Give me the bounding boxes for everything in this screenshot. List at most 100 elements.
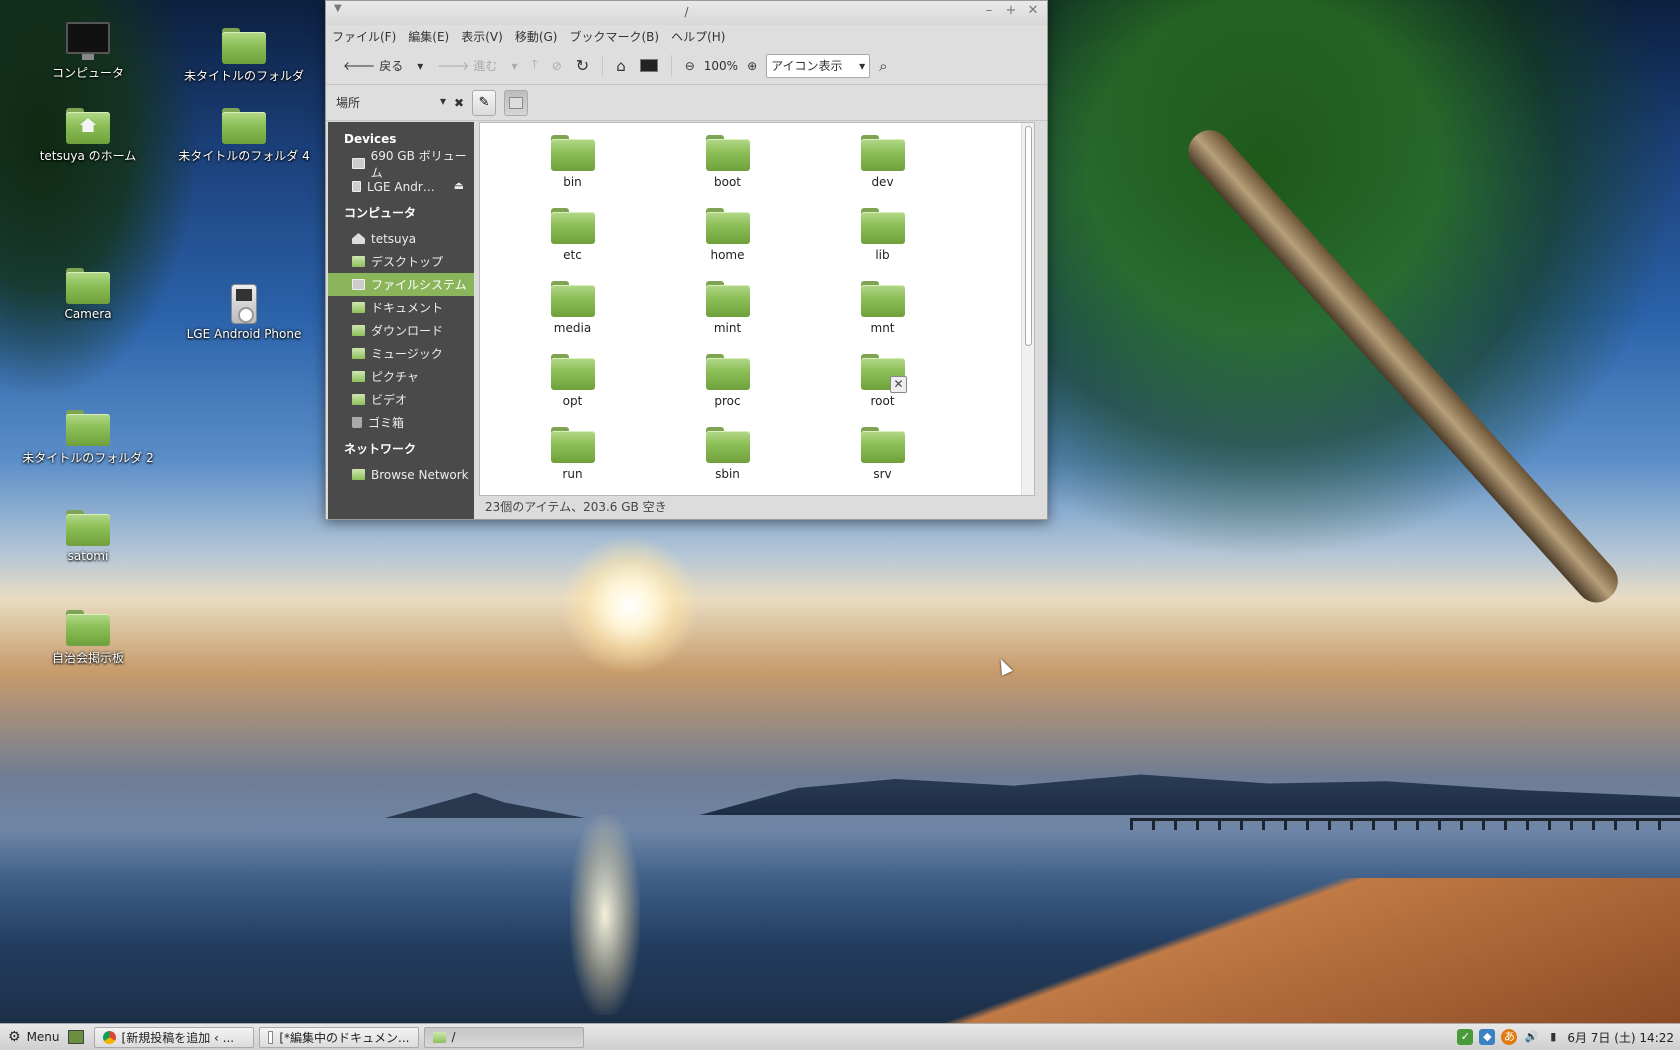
sidebar-item-videos[interactable]: ビデオ xyxy=(328,388,474,411)
file-label: proc xyxy=(714,394,741,408)
sidebar-item-music[interactable]: ミュージック xyxy=(328,342,474,365)
file-item-etc[interactable]: etc xyxy=(495,208,650,267)
sidebar-item-downloads[interactable]: ダウンロード xyxy=(328,319,474,342)
desktop-icon-folder-2[interactable]: 未タイトルのフォルダ 2 xyxy=(18,410,158,466)
dropbox-icon[interactable]: ◆ xyxy=(1479,1029,1496,1045)
menu-bookmarks[interactable]: ブックマーク(B) xyxy=(569,28,659,45)
file-item-sbin[interactable]: sbin xyxy=(650,427,805,486)
clock[interactable]: 6月 7日 (土) 14:22 xyxy=(1567,1029,1674,1046)
chevron-down-icon: ▾ xyxy=(417,58,424,73)
sidebar-item-pictures[interactable]: ピクチャ xyxy=(328,365,474,388)
sidebar-item-home[interactable]: tetsuya xyxy=(328,227,474,250)
desktop-icon-folder[interactable]: 未タイトルのフォルダ xyxy=(174,28,314,84)
file-label: boot xyxy=(713,175,741,189)
sidebar-item-browse-network[interactable]: Browse Network xyxy=(328,463,474,486)
show-desktop-icon[interactable] xyxy=(67,1030,84,1044)
back-history-dropdown[interactable]: ▾ xyxy=(412,52,428,80)
file-item-proc[interactable]: proc xyxy=(650,354,805,413)
reload-button[interactable]: ↻ xyxy=(571,52,594,80)
file-item-media[interactable]: media xyxy=(495,281,650,340)
sidebar-item-label: LGE Andr… xyxy=(367,179,435,194)
network-icon xyxy=(352,469,365,480)
forward-history-dropdown[interactable]: ▾ xyxy=(506,52,522,80)
sidebar-item-desktop[interactable]: デスクトップ xyxy=(328,250,474,273)
vertical-scrollbar[interactable] xyxy=(1021,123,1034,495)
input-method-icon[interactable]: あ xyxy=(1501,1029,1518,1045)
start-menu-button[interactable]: ⚙ Menu xyxy=(0,1029,68,1045)
home-button[interactable]: ⌂ xyxy=(611,52,631,80)
close-sidebar-icon[interactable]: ✖ xyxy=(454,96,464,110)
places-sidebar: Devices 690 GB ボリューム LGE Andr… ⏏ コンピュータ … xyxy=(328,122,474,519)
stop-button[interactable]: ⊘ xyxy=(547,52,567,80)
file-item-opt[interactable]: opt xyxy=(495,354,650,413)
menu-file[interactable]: ファイル(F) xyxy=(332,28,396,45)
file-item-srv[interactable]: srv xyxy=(805,427,960,486)
desktop-icon-label: Camera xyxy=(64,307,112,321)
sidebar-item-690gb-volume[interactable]: 690 GB ボリューム xyxy=(328,149,474,180)
desktop-icon-home[interactable]: tetsuya のホーム xyxy=(18,108,158,164)
eject-icon[interactable]: ⏏ xyxy=(454,179,464,192)
file-item-lib[interactable]: lib xyxy=(805,208,960,267)
file-item-bin[interactable]: bin xyxy=(495,135,650,194)
update-shield-icon[interactable]: ✓ xyxy=(1457,1029,1474,1045)
up-button[interactable]: 🡑 xyxy=(526,52,542,80)
back-button[interactable]: 🡐 戻る xyxy=(338,52,408,80)
computer-button[interactable] xyxy=(635,52,663,80)
menu-go[interactable]: 移動(G) xyxy=(515,28,558,45)
desktop-icon-label: satomi xyxy=(67,549,109,563)
close-button[interactable]: ✕ xyxy=(1025,3,1041,19)
desktop-icon-satomi[interactable]: satomi xyxy=(18,510,158,563)
folder-icon xyxy=(550,354,595,390)
file-item-mnt[interactable]: mnt xyxy=(805,281,960,340)
taskbar-window-editor[interactable]: [*編集中のドキュメン... xyxy=(258,1026,419,1048)
menu-edit[interactable]: 編集(E) xyxy=(408,28,449,45)
file-item-boot[interactable]: boot xyxy=(650,135,805,194)
window-titlebar[interactable]: ▼ / – + ✕ xyxy=(326,1,1047,25)
sidebar-item-lge-android[interactable]: LGE Andr… ⏏ xyxy=(328,175,474,198)
toolbar-separator xyxy=(670,54,672,77)
desktop-icon-folder-4[interactable]: 未タイトルのフォルダ 4 xyxy=(174,108,314,164)
minimize-button[interactable]: – xyxy=(981,3,997,19)
forward-button[interactable]: 🡒 進む xyxy=(432,52,502,80)
folder-icon xyxy=(66,610,110,646)
sidebar-item-filesystem[interactable]: ファイルシステム xyxy=(328,273,474,296)
location-path-button[interactable] xyxy=(504,89,529,116)
network-signal-icon[interactable]: ▮ xyxy=(1545,1029,1561,1045)
volume-icon[interactable]: 🔊 xyxy=(1523,1029,1539,1045)
file-item-home[interactable]: home xyxy=(650,208,805,267)
desktop-icon-camera[interactable]: Camera xyxy=(18,268,158,321)
chevron-down-icon: ▾ xyxy=(439,94,446,108)
file-label: dev xyxy=(871,175,894,189)
maximize-button[interactable]: + xyxy=(1003,3,1019,19)
sidebar-item-documents[interactable]: ドキュメント xyxy=(328,296,474,319)
sidebar-item-label: tetsuya xyxy=(371,231,417,246)
zoom-out-button[interactable]: ⊖ xyxy=(680,52,700,80)
file-item-root[interactable]: ✕ root xyxy=(805,354,960,413)
menu-help[interactable]: ヘルプ(H) xyxy=(671,28,725,45)
desktop-icon-bulletin[interactable]: 自治会掲示板 xyxy=(18,610,158,666)
view-mode-select[interactable]: アイコン表示 ▾ xyxy=(766,53,871,78)
search-button[interactable]: ⌕ xyxy=(874,52,892,80)
file-item-mint[interactable]: mint xyxy=(650,281,805,340)
sidebar-mode-select[interactable]: 場所 ▾ xyxy=(336,94,446,111)
zoom-in-button[interactable]: ⊕ xyxy=(742,52,762,80)
folder-icon xyxy=(66,268,110,304)
menu-view[interactable]: 表示(V) xyxy=(461,28,503,45)
taskbar-window-file-manager[interactable]: / xyxy=(423,1026,584,1048)
taskbar-window-label: [*編集中のドキュメン... xyxy=(279,1030,410,1045)
arrow-left-icon: 🡐 xyxy=(343,59,376,73)
taskbar-window-browser[interactable]: [新規投稿を追加 ‹ ... xyxy=(93,1026,254,1048)
file-item-dev[interactable]: dev xyxy=(805,135,960,194)
sidebar-item-label: ファイルシステム xyxy=(371,278,467,292)
file-item-run[interactable]: run xyxy=(495,427,650,486)
file-label: mint xyxy=(713,321,742,335)
folder-icon xyxy=(705,427,750,463)
file-label: srv xyxy=(873,467,892,481)
location-text-toggle[interactable]: ✎ xyxy=(472,89,497,116)
file-view[interactable]: bin boot dev etc home lib media mint mnt… xyxy=(479,122,1035,496)
scrollbar-thumb[interactable] xyxy=(1025,126,1032,346)
desktop-icon-computer[interactable]: コンピュータ xyxy=(18,22,158,81)
folder-icon xyxy=(550,427,595,463)
sidebar-item-trash[interactable]: ゴミ箱 xyxy=(328,411,474,434)
desktop-icon-android-phone[interactable]: LGE Android Phone xyxy=(174,284,314,341)
